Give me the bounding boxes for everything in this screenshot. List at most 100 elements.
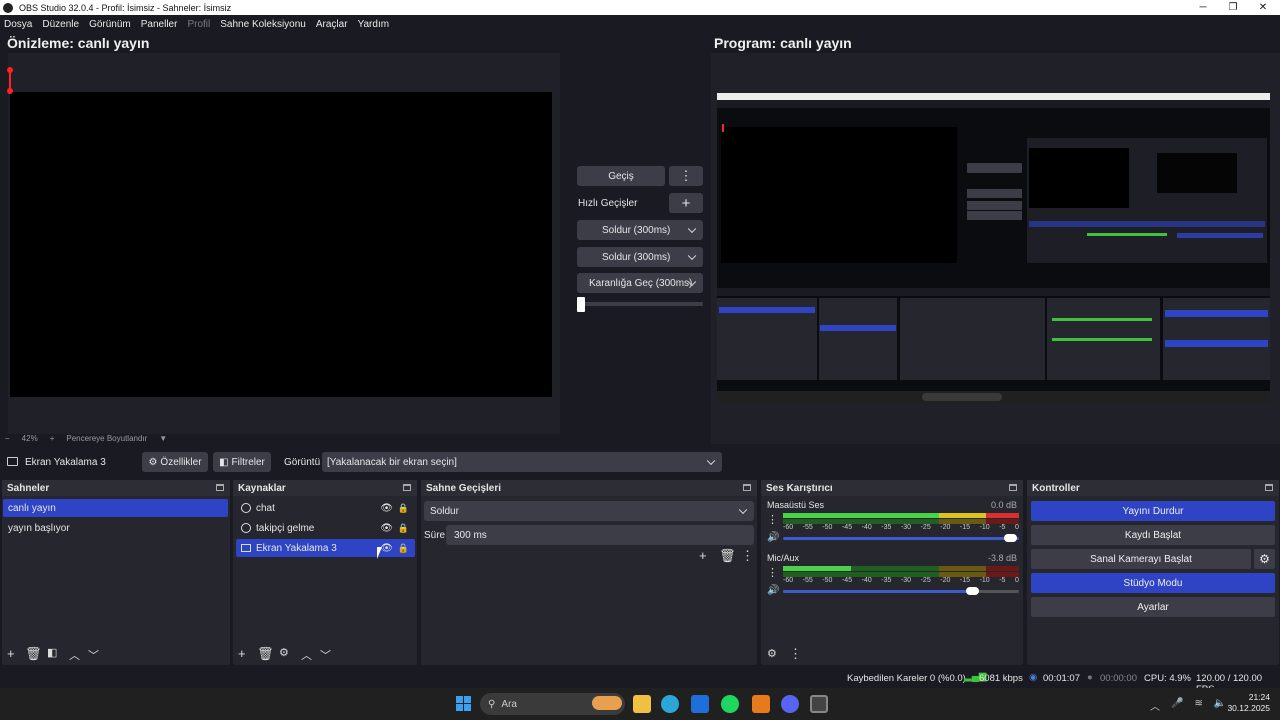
trash-icon[interactable]: 🗑 [719,548,736,564]
menu-help[interactable]: Yardım [358,19,390,30]
more-options-icon[interactable]: ⋮ [789,646,802,662]
microphone-icon[interactable]: 🎤 [1171,698,1183,713]
source-item[interactable]: Ekran Yakalama 3 👁 🔒 [236,539,415,557]
chevron-up-icon[interactable]: ︿ [1150,698,1160,713]
add-transition-icon[interactable]: + [699,548,707,563]
tbar-slider-track[interactable] [577,302,703,306]
minimize-icon[interactable]: ─ [1186,0,1220,15]
wifi-icon[interactable]: ≋ [1194,698,1202,713]
meter-scale: -60 -55 -50 -45 -40 -35 -30 -25 -20 -15 -10 -5 0 [783,577,1019,584]
obs-logo-icon [3,2,13,13]
lock-icon[interactable]: 🔒 [398,543,409,554]
trash-icon[interactable]: 🗑 [25,646,42,662]
lock-icon[interactable]: 🔒 [398,523,409,534]
properties-label: Özellikler [160,456,202,468]
speaker-icon[interactable]: 🔊 [767,585,779,596]
clock-time: 21:24 [1248,692,1270,702]
maximize-icon[interactable]: ❐ [1216,0,1250,15]
start-recording-button[interactable]: Kaydı Başlat [1031,525,1275,545]
transition-menu-icon[interactable]: ⋮ [669,166,703,186]
menu-edit[interactable]: Düzenle [42,19,79,30]
spotify-icon[interactable] [721,695,739,713]
studio-mode-button[interactable]: Stüdyo Modu [1031,573,1275,593]
display-select[interactable]: [Yakalanacak bir ekran seçin] [322,452,722,472]
mixer-settings-icon[interactable]: ⚙ [767,647,777,660]
meter-tick-label: -60 [783,577,794,584]
anchor-handle-bottom-icon[interactable] [7,88,13,94]
zoom-out-icon[interactable]: − [5,434,10,443]
close-icon[interactable]: ✕ [1246,0,1280,15]
filters-button[interactable]: ◧ Filtreler [213,452,271,472]
meter-tick-label: -35 [881,524,892,531]
transition-type-select[interactable]: Soldur [424,501,754,521]
source-item[interactable]: chat 👁 🔒 [236,499,415,517]
source-item[interactable]: takipçi gelme 👁 🔒 [236,519,415,537]
quick-transition-3[interactable]: Karanlığa Geç (300ms) [577,273,703,293]
scene-item[interactable]: yayın başlıyor [3,519,228,537]
tbar-slider-handle[interactable] [577,297,585,312]
weather-widget-icon[interactable] [592,696,622,710]
quick-transition-1[interactable]: Soldur (300ms) [577,220,703,240]
more-options-icon[interactable]: ⋮ [767,566,778,579]
add-source-icon[interactable]: + [238,646,246,661]
scene-item[interactable]: canlı yayın [3,499,228,517]
add-quick-transition-icon[interactable]: + [669,193,703,213]
monitor-icon [241,544,251,552]
more-options-icon[interactable]: ⋮ [741,548,754,564]
meter-tick-label: -20 [940,577,951,584]
properties-button[interactable]: ⚙ Özellikler [142,452,208,472]
move-up-icon[interactable]: ︿ [301,647,312,663]
menu-file[interactable]: Dosya [4,19,32,30]
start-virtual-camera-button[interactable]: Sanal Kamerayı Başlat [1031,549,1251,569]
clock[interactable]: 21:24 30.12.2025 [1226,692,1270,714]
selected-source-name: Ekran Yakalama 3 [25,457,106,468]
undock-icon[interactable] [743,484,751,491]
gear-icon[interactable]: ⚙ [279,646,289,659]
menu-view[interactable]: Görünüm [89,19,131,30]
quick-transitions-label: Hızlı Geçişler [578,198,638,209]
add-scene-icon[interactable]: + [7,646,15,661]
more-options-icon[interactable]: ⋮ [767,513,778,526]
stop-stream-button[interactable]: Yayını Durdur [1031,501,1275,521]
menu-scene-collection[interactable]: Sahne Koleksiyonu [220,19,306,30]
volume-slider-handle[interactable] [966,587,979,595]
zoom-in-icon[interactable]: + [50,434,55,443]
windows-start-icon[interactable] [456,696,471,711]
eye-icon[interactable]: 👁 [380,523,393,534]
undock-icon[interactable] [1009,484,1017,491]
undock-icon[interactable] [216,484,224,491]
app-icon[interactable] [752,695,770,713]
quick-transition-2[interactable]: Soldur (300ms) [577,247,703,267]
sources-dock-header: Kaynaklar [233,480,417,496]
trash-icon[interactable]: 🗑 [257,646,274,662]
chevron-down-icon[interactable]: ▼ [159,434,167,443]
scene-filters-icon[interactable]: ◧ [47,646,57,659]
file-explorer-icon[interactable] [633,695,651,713]
fit-window-label[interactable]: Pencereye Boyutlandır [66,434,147,443]
speaker-icon[interactable]: 🔊 [767,532,779,543]
duration-value: 300 ms [454,529,487,541]
duration-label: Süre [424,530,446,541]
volume-icon[interactable]: 🔈 [1214,698,1226,713]
preview-canvas[interactable] [10,92,552,397]
volume-slider-track[interactable] [783,537,1019,540]
scene-transitions-dock: Sahne Geçişleri Soldur Süre 300 ms + 🗑 ⋮ [421,480,757,665]
gear-icon[interactable]: ⚙ [1254,549,1275,569]
undock-icon[interactable] [1265,484,1273,491]
edge-browser-icon[interactable] [661,695,679,713]
undock-icon[interactable] [403,484,411,491]
lock-icon[interactable]: 🔒 [398,503,409,514]
menu-tools[interactable]: Araçlar [316,19,348,30]
eye-icon[interactable]: 👁 [380,503,393,514]
transition-button[interactable]: Geçiş [577,166,665,186]
volume-slider-handle[interactable] [1004,534,1017,542]
settings-button[interactable]: Ayarlar [1031,597,1275,617]
discord-icon[interactable] [781,695,799,713]
move-up-icon[interactable]: ︿ [69,647,80,663]
store-icon[interactable] [691,695,709,713]
move-down-icon[interactable]: ﹀ [88,647,99,663]
menu-docks[interactable]: Paneller [141,19,178,30]
obs-taskbar-icon[interactable] [810,695,828,713]
move-down-icon[interactable]: ﹀ [320,647,331,663]
duration-spinbox[interactable]: 300 ms [446,525,754,545]
